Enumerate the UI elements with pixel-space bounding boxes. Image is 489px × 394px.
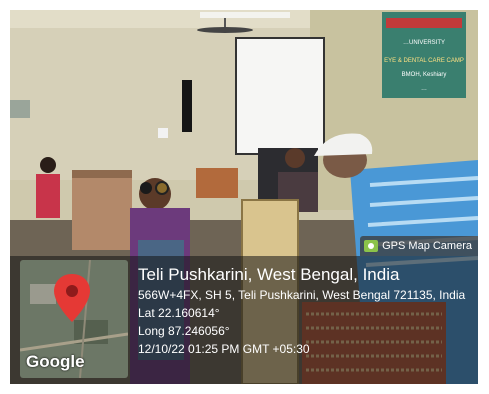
photo-frame: …UNIVERSITY EYE & DENTAL CARE CAMP BMOH,… (10, 10, 478, 384)
poster-line-3: BMOH, Keshiary (402, 72, 447, 78)
map-thumbnail: Google (20, 260, 128, 378)
gps-badge-label: GPS Map Camera (382, 240, 472, 252)
gps-map-camera-icon (364, 240, 379, 252)
google-logo: Google (26, 352, 85, 371)
projection-screen (235, 37, 325, 155)
poster-line-1: …UNIVERSITY (403, 40, 445, 46)
latitude: Lat 22.160614° (138, 306, 220, 320)
place-name: Teli Pushkarini, West Bengal, India (138, 265, 400, 284)
wall-speaker (182, 80, 192, 132)
camp-poster: …UNIVERSITY EYE & DENTAL CARE CAMP BMOH,… (382, 12, 466, 98)
trial-frame-glasses (155, 181, 169, 195)
longitude: Long 87.246056° (138, 324, 230, 338)
tube-light (200, 12, 290, 18)
address-line: 566W+4FX, SH 5, Teli Pushkarini, West Be… (138, 288, 466, 302)
cardboard-box (196, 168, 238, 198)
location-info: Teli Pushkarini, West Bengal, India 566W… (138, 264, 474, 358)
poster-line-4: … (421, 86, 427, 92)
datetime: 12/10/22 01:25 PM GMT +05:30 (138, 342, 310, 356)
wooden-cabinet (72, 170, 132, 250)
switch-board (158, 128, 168, 138)
poster-line-2: EYE & DENTAL CARE CAMP (384, 58, 464, 64)
gps-badge: GPS Map Camera (360, 236, 478, 256)
